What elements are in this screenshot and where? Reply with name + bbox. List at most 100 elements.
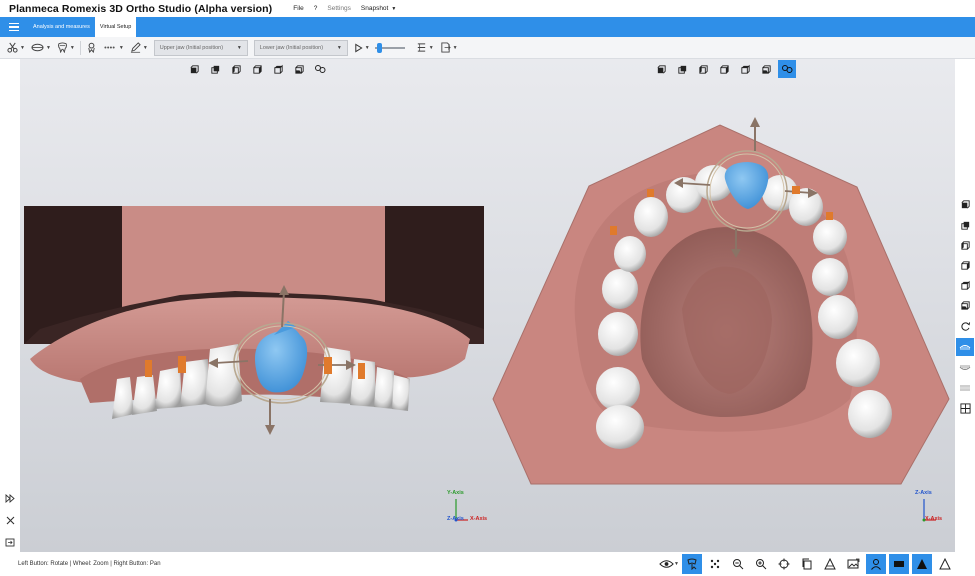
cube-front-icon[interactable] — [652, 60, 670, 78]
crosshair-icon — [778, 558, 790, 570]
view-tools: ▼ — [659, 554, 955, 574]
upper-jaw-select-value: Upper jaw (Initial position) — [159, 44, 224, 51]
panel-icon — [894, 561, 904, 567]
main-menu: File ? Settings Snapshot ▼ — [288, 5, 401, 12]
cube-right-icon[interactable] — [956, 256, 974, 274]
cube-left-icon[interactable] — [956, 236, 974, 254]
eye-icon — [659, 560, 674, 568]
tooth-cursor-icon — [687, 558, 697, 570]
export-button[interactable]: ▼ — [437, 39, 461, 57]
menu-snapshot[interactable]: Snapshot ▼ — [356, 5, 401, 12]
cube-bottom-icon[interactable] — [290, 60, 308, 78]
chevron-down-icon: ▼ — [20, 44, 25, 51]
play-button[interactable]: ▼ — [351, 39, 373, 57]
hamburger-menu-icon[interactable] — [0, 17, 28, 37]
chevron-down-icon: ▼ — [45, 44, 51, 51]
slider-thumb[interactable] — [376, 42, 382, 53]
shaded-view-button[interactable] — [912, 554, 932, 574]
panel-view-button[interactable] — [889, 554, 909, 574]
chevron-down-icon: ▼ — [69, 44, 75, 51]
tab-bar: Analysis and measures Virtual Setup — [0, 17, 975, 37]
zoom-out-icon — [733, 559, 744, 570]
z-axis-label: Z-Axis — [447, 516, 464, 522]
cube-right-icon[interactable] — [248, 60, 266, 78]
chevron-down-icon: ▼ — [142, 44, 148, 51]
tooth-tool-button[interactable]: ▼ — [54, 39, 78, 57]
spacing-tool-button[interactable]: ▼ — [100, 39, 127, 57]
chevron-down-icon: ▼ — [236, 44, 242, 51]
zoom-in-button[interactable] — [751, 554, 771, 574]
both-jaws-view-icon[interactable] — [956, 379, 974, 397]
cube-bottom-icon[interactable] — [956, 296, 974, 314]
expand-panel-button[interactable] — [2, 490, 18, 506]
dots-row-icon — [104, 46, 115, 49]
cube-front-icon[interactable] — [956, 195, 974, 213]
frontal-jaw-model — [24, 206, 484, 435]
cube-back-icon[interactable] — [673, 60, 691, 78]
screenshot-button[interactable] — [843, 554, 863, 574]
main-toolbar: ▼ ▼ ▼ ▼ ▼ Upper jaw (Initial position) ▼… — [0, 37, 975, 59]
tooth-settings-button[interactable] — [83, 39, 100, 57]
cube-top-icon[interactable] — [269, 60, 287, 78]
occlusal-jaw-model — [492, 117, 950, 485]
lower-jaw-select[interactable]: Lower jaw (Initial position) ▼ — [253, 39, 348, 56]
move-dots-icon — [710, 559, 720, 569]
export-doc-icon — [441, 42, 451, 53]
copy-icon — [802, 558, 812, 570]
3d-viewport[interactable]: Y-Axis Z-Axis X-Axis Z-Axis X-Axis — [20, 59, 955, 552]
measure-triangle-icon — [824, 558, 836, 570]
lower-jaw-select-value: Lower jaw (Initial position) — [259, 44, 324, 51]
copy-view-button[interactable] — [797, 554, 817, 574]
cube-bottom-icon[interactable] — [757, 60, 775, 78]
filled-triangle-icon — [917, 559, 927, 569]
close-panel-button[interactable] — [2, 512, 18, 528]
cube-back-icon[interactable] — [206, 60, 224, 78]
chevron-down-icon: ▼ — [391, 6, 397, 12]
menu-settings[interactable]: Settings — [322, 5, 356, 12]
play-icon — [355, 43, 363, 52]
fast-forward-icon — [5, 493, 15, 503]
menu-file[interactable]: File — [288, 5, 308, 12]
chevron-down-icon: ▼ — [674, 561, 679, 567]
visibility-button[interactable]: ▼ — [659, 554, 679, 574]
stage-slider[interactable] — [374, 41, 405, 55]
draw-tool-button[interactable]: ▼ — [127, 39, 151, 57]
select-tooth-button[interactable] — [682, 554, 702, 574]
close-icon — [6, 516, 14, 524]
patient-view-button[interactable] — [866, 554, 886, 574]
measure-button[interactable] — [820, 554, 840, 574]
menu-help[interactable]: ? — [309, 5, 323, 12]
cube-top-icon[interactable] — [736, 60, 754, 78]
scissors-icon — [7, 42, 18, 53]
upper-jaw-select[interactable]: Upper jaw (Initial position) ▼ — [153, 39, 248, 56]
arch-view-button[interactable]: ▼ — [28, 39, 54, 57]
cube-back-icon[interactable] — [956, 216, 974, 234]
rotate-icon[interactable] — [956, 317, 974, 335]
exit-icon — [5, 538, 15, 546]
grid-icon[interactable] — [956, 399, 974, 417]
camera-link-icon[interactable] — [311, 60, 329, 78]
zoom-out-button[interactable] — [728, 554, 748, 574]
chevron-down-icon: ▼ — [118, 44, 124, 51]
tab-analysis-and-measures[interactable]: Analysis and measures — [28, 17, 95, 37]
mouse-hint: Left Button: Rotate | Wheel: Zoom | Righ… — [18, 561, 161, 567]
right-view-toolbar — [652, 60, 796, 78]
upper-jaw-view-icon[interactable] — [956, 338, 974, 356]
cube-left-icon[interactable] — [694, 60, 712, 78]
wireframe-view-button[interactable] — [935, 554, 955, 574]
lower-jaw-view-icon[interactable] — [956, 359, 974, 377]
cut-tool-button[interactable]: ▼ — [4, 39, 28, 57]
chevron-down-icon: ▼ — [428, 44, 434, 51]
move-tool-button[interactable] — [705, 554, 725, 574]
cube-front-icon[interactable] — [185, 60, 203, 78]
exit-button[interactable] — [2, 534, 18, 550]
cube-left-icon[interactable] — [227, 60, 245, 78]
cube-top-icon[interactable] — [956, 276, 974, 294]
image-icon — [847, 558, 859, 569]
tab-virtual-setup[interactable]: Virtual Setup — [94, 17, 137, 37]
layout-button[interactable]: ▼ — [413, 39, 437, 57]
center-view-button[interactable] — [774, 554, 794, 574]
camera-link-icon[interactable] — [778, 60, 796, 78]
cube-right-icon[interactable] — [715, 60, 733, 78]
axis-label-right-z: Z-Axis — [915, 490, 932, 496]
